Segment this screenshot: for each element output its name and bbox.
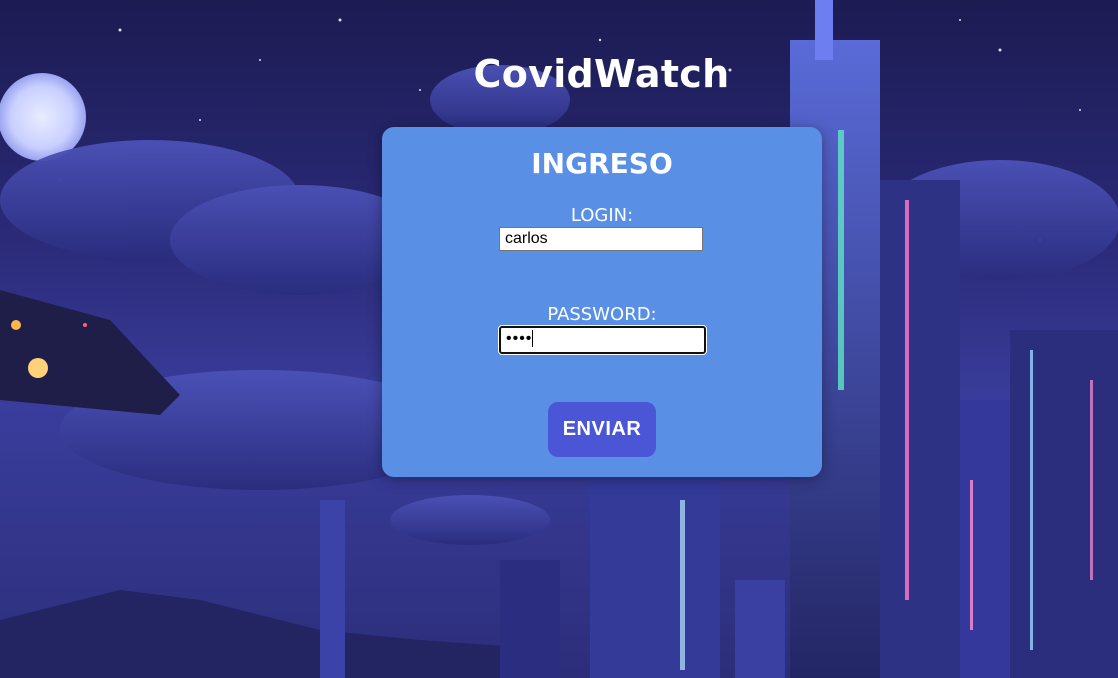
form-heading: INGRESO [531,147,673,180]
app-title: CovidWatch [473,52,730,96]
mountains [0,590,560,678]
password-label: PASSWORD: [547,304,657,325]
spaceship [0,290,180,415]
text-caret [532,330,534,348]
login-input[interactable] [499,227,703,251]
password-mask: •••• [506,330,533,347]
password-input[interactable]: •••• [498,325,707,355]
login-card: INGRESO LOGIN: PASSWORD: •••• ENVIAR [382,127,822,477]
login-label: LOGIN: [570,205,634,226]
submit-button[interactable]: ENVIAR [548,402,656,457]
